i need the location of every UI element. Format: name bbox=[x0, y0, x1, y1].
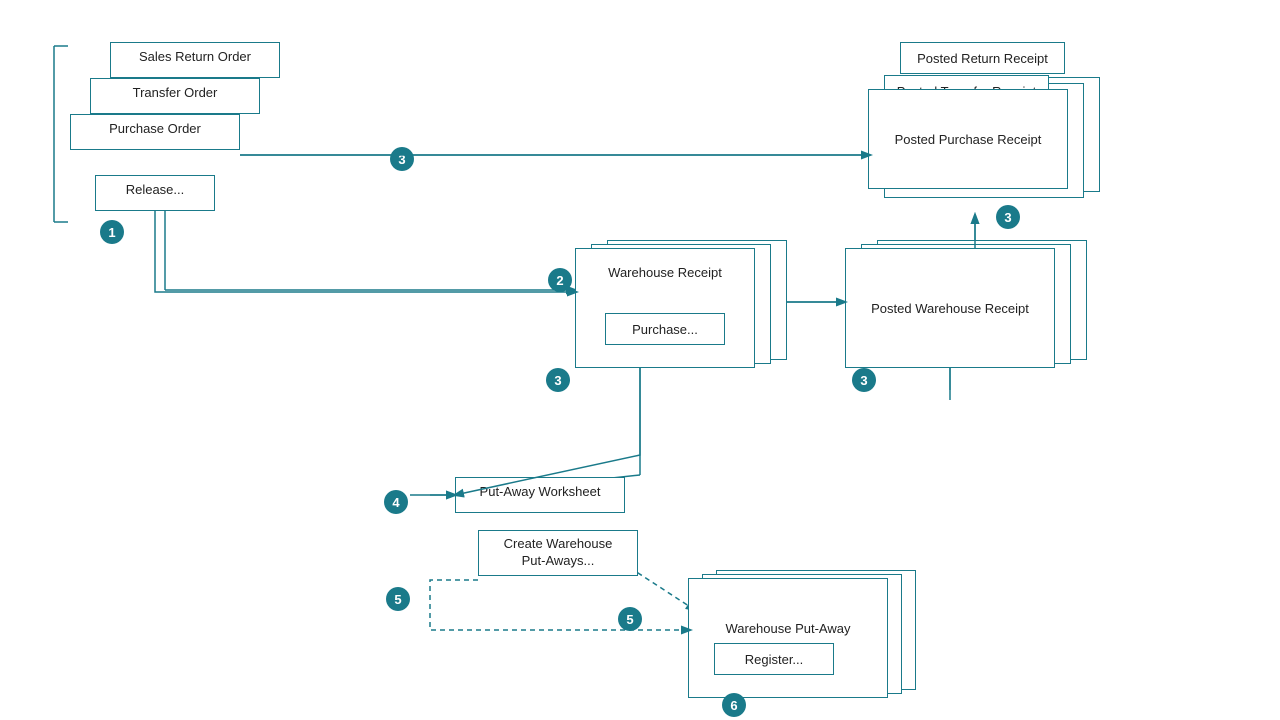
badge-3d: 3 bbox=[852, 368, 876, 392]
badge-1: 1 bbox=[100, 220, 124, 244]
badge-3c: 3 bbox=[546, 368, 570, 392]
posted-purchase-label: Posted Purchase Receipt bbox=[895, 132, 1042, 147]
badge-5a: 5 bbox=[386, 587, 410, 611]
sales-return-order-box: Sales Return Order bbox=[110, 42, 280, 78]
badge-3b: 3 bbox=[996, 205, 1020, 229]
warehouse-put-away-label: Warehouse Put-Away bbox=[725, 621, 850, 636]
create-warehouse-box: Create Warehouse Put-Aways... bbox=[478, 530, 638, 576]
register-label: Register... bbox=[745, 652, 804, 667]
release-box: Release... bbox=[95, 175, 215, 211]
put-away-worksheet-box: Put-Away Worksheet bbox=[455, 477, 625, 513]
badge-3a: 3 bbox=[390, 147, 414, 171]
badge-6: 6 bbox=[722, 693, 746, 717]
badge-5b: 5 bbox=[618, 607, 642, 631]
posted-warehouse-label: Posted Warehouse Receipt bbox=[871, 301, 1029, 316]
badge-2: 2 bbox=[548, 268, 572, 292]
purchase-label: Purchase... bbox=[632, 322, 698, 337]
warehouse-receipt-label: Warehouse Receipt bbox=[586, 265, 744, 280]
purchase-order-box: Purchase Order bbox=[70, 114, 240, 150]
badge-4: 4 bbox=[384, 490, 408, 514]
posted-return-label: Posted Return Receipt bbox=[917, 51, 1048, 66]
transfer-order-box: Transfer Order bbox=[90, 78, 260, 114]
